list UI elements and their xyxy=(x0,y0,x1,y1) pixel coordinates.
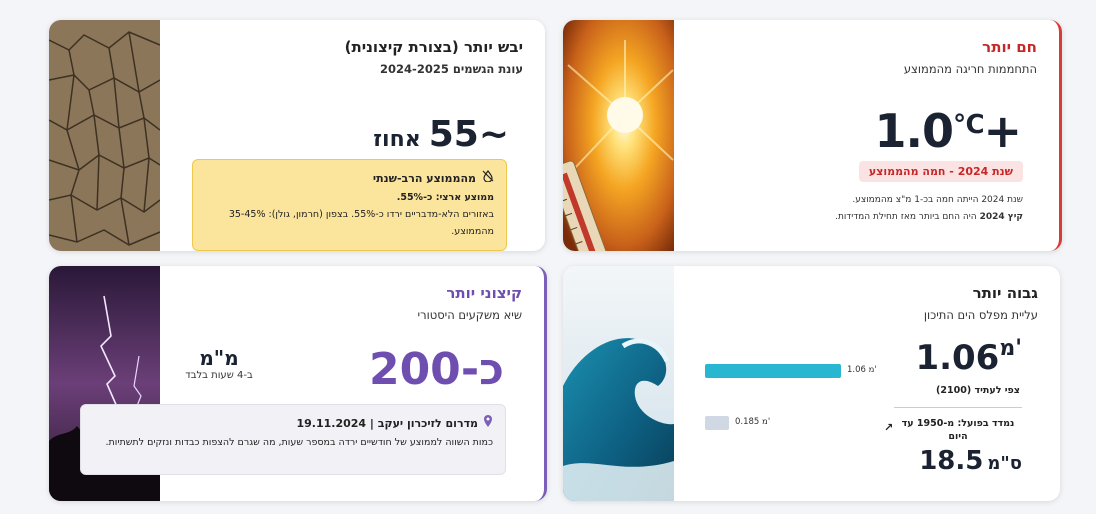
hot-subtitle: התחממות חריגה מהממוצע xyxy=(903,62,1037,76)
hot-note-line1: שנת 2024 הייתה חמה בכ-1 מ"צ מהממוצע. xyxy=(852,195,1023,205)
dry-info-header: מהממוצע הרב-שנתי xyxy=(205,170,494,187)
sun-thermometer-image xyxy=(563,20,674,251)
hot-note: שנת 2024 הייתה חמה בכ-1 מ"צ מהממוצע. קיץ… xyxy=(835,192,1023,226)
dry-card: יבש יותר (בצורת קיצונית) עונת הגשמים 202… xyxy=(49,20,545,251)
hot-value: 1.0℃+ xyxy=(874,104,1022,158)
hot-title: חם יותר xyxy=(982,38,1037,56)
dry-info-line2: באזורים הלא-מדבריים ירדו כ-55%. בצפון (ח… xyxy=(228,209,494,237)
location-box: מדרום לזיכרון יעקב | 19.11.2024 כמות השו… xyxy=(80,404,506,475)
extreme-unit-sub: ב-4 שעות בלבד xyxy=(185,370,253,381)
dry-value: 55~ אחוז xyxy=(373,114,509,155)
location-title: מדרום לזיכרון יעקב | 19.11.2024 xyxy=(296,416,479,430)
dry-subtitle: עונת הגשמים 2024-2025 xyxy=(380,62,523,76)
hot-value-sign: + xyxy=(983,104,1022,158)
location-header: מדרום לזיכרון יעקב | 19.11.2024 xyxy=(93,415,493,431)
hot-note-line2: קיץ 2024 היה החם ביותר מאז תחילת המדידות… xyxy=(835,209,1023,226)
dry-info-title: מהממוצע הרב-שנתי xyxy=(372,172,476,185)
sea-level-value-unit: מ' xyxy=(999,336,1022,361)
measured-label-block: ↗ נמדד בפועל: מ-1950 עד היום xyxy=(884,417,1022,443)
extreme-value: כ-200 xyxy=(368,344,504,395)
measured-unit: ס"מ xyxy=(987,453,1022,474)
measured-value: ס"מ 18.5 xyxy=(919,446,1022,476)
bar-forecast-2100 xyxy=(705,364,841,378)
hot-card: חם יותר התחממות חריגה מהממוצע 1.0℃+ שנת … xyxy=(563,20,1062,251)
location-text: כמות השווה לממוצע של חודשיים ירדה במספר … xyxy=(105,437,493,448)
extreme-title: קיצוני יותר xyxy=(446,284,522,302)
dry-value-number: 55~ xyxy=(428,114,509,155)
cracked-earth-image xyxy=(49,20,161,251)
bar-measured xyxy=(705,416,729,430)
measured-label: נמדד בפועל: מ-1950 עד היום xyxy=(901,418,1015,442)
sea-level-title: גבוה יותר xyxy=(972,284,1038,302)
divider xyxy=(894,407,1022,408)
measured-number: 18.5 xyxy=(919,446,984,476)
sea-level-card: גבוה יותר עליית מפלס הים התיכון 1.06 מ' … xyxy=(563,266,1060,501)
hot-note-bold: קיץ 2024 xyxy=(979,212,1023,222)
hot-badge: שנת 2024 - חמה מהממוצע xyxy=(858,161,1023,182)
map-pin-icon xyxy=(483,415,493,431)
dry-value-unit: אחוז xyxy=(373,127,421,152)
dry-info-line1: ממוצע ארצי: כ-55%. xyxy=(396,192,494,203)
hot-note-rest: היה החם ביותר מאז תחילת המדידות. xyxy=(835,212,980,222)
sea-level-subtitle: עליית מפלס הים התיכון xyxy=(923,308,1038,322)
hot-value-unit: ℃ xyxy=(952,110,985,140)
dry-title: יבש יותר (בצורת קיצונית) xyxy=(344,38,523,56)
hot-value-number: 1.0 xyxy=(874,104,953,158)
bar-measured-label: 0.185 מ' xyxy=(735,417,771,427)
dry-info-box: מהממוצע הרב-שנתי ממוצע ארצי: כ-55%. באזו… xyxy=(192,159,507,251)
sea-level-value: 1.06מ' xyxy=(915,336,1022,378)
trend-up-icon: ↗ xyxy=(884,421,894,434)
wave-image xyxy=(563,266,674,501)
extreme-card: קיצוני יותר שיא משקעים היסטורי כ-200 מ"מ… xyxy=(49,266,547,501)
bar-forecast-label: 1.06 מ' xyxy=(847,365,877,375)
extreme-unit-block: מ"מ ב-4 שעות בלבד xyxy=(159,346,279,381)
extreme-unit: מ"מ xyxy=(199,346,239,370)
extreme-subtitle: שיא משקעים היסטורי xyxy=(417,308,522,322)
sea-level-value-number: 1.06 xyxy=(915,338,1000,378)
no-rain-icon xyxy=(482,170,494,187)
forecast-label: צפי לעתיד (2100) xyxy=(936,385,1020,396)
